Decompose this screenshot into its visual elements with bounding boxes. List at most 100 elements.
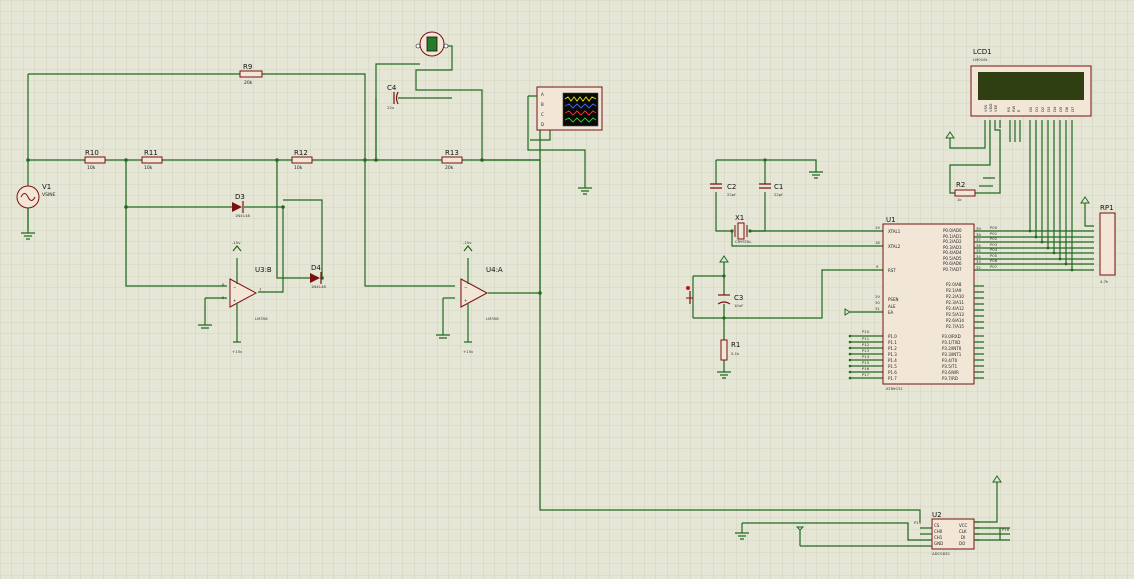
- svg-text:U4:A: U4:A: [486, 266, 503, 274]
- svg-text:CLK: CLK: [959, 529, 967, 534]
- svg-text:P16: P16: [1002, 527, 1010, 532]
- svg-text:P0.2/AD2: P0.2/AD2: [943, 239, 962, 244]
- svg-text:P14: P14: [862, 354, 870, 359]
- svg-text:D4: D4: [1052, 106, 1057, 112]
- schematic-canvas: V1 VSINE R9 20k R10 10k R11 10k R12 10k …: [0, 0, 1134, 579]
- svg-text:D0: D0: [1028, 106, 1033, 112]
- svg-text:P3.0/RXD: P3.0/RXD: [942, 334, 961, 339]
- svg-text:P02: P02: [990, 236, 998, 241]
- svg-text:XTAL1: XTAL1: [888, 229, 901, 234]
- svg-text:P10: P10: [862, 329, 870, 334]
- resistor-pack-rp1[interactable]: RP1 4.7k: [1099, 204, 1116, 284]
- svg-text:-15v: -15v: [463, 240, 472, 245]
- svg-text:LM016L: LM016L: [973, 57, 989, 62]
- svg-text:P16: P16: [862, 366, 870, 371]
- svg-text:LM358: LM358: [255, 316, 268, 321]
- svg-text:R13: R13: [445, 149, 459, 157]
- svg-text:P1.4: P1.4: [888, 358, 897, 363]
- svg-text:10k: 10k: [294, 165, 303, 171]
- svg-text:P2.2/A10: P2.2/A10: [946, 294, 964, 299]
- svg-text:P2.5/A13: P2.5/A13: [946, 312, 964, 317]
- svg-text:P0.7/AD7: P0.7/AD7: [943, 267, 962, 272]
- svg-text:35: 35: [976, 248, 981, 253]
- svg-text:+15v: +15v: [232, 349, 243, 354]
- svg-text:AT89C51: AT89C51: [886, 386, 904, 391]
- svg-text:D3: D3: [235, 193, 245, 201]
- svg-text:P2.3/A11: P2.3/A11: [946, 300, 964, 305]
- svg-text:20k: 20k: [244, 80, 253, 86]
- svg-text:P0.0/AD0: P0.0/AD0: [943, 228, 962, 233]
- svg-text:R9: R9: [243, 63, 252, 71]
- v1-ref: V1: [42, 183, 51, 191]
- svg-text:P3.2/INT0: P3.2/INT0: [942, 346, 962, 351]
- svg-text:37: 37: [976, 237, 981, 242]
- svg-text:ADC0832: ADC0832: [932, 551, 950, 556]
- svg-text:CH1: CH1: [934, 535, 943, 540]
- svg-text:P1.6: P1.6: [888, 370, 897, 375]
- svg-text:10k: 10k: [87, 165, 96, 171]
- svg-text:P2.6/A14: P2.6/A14: [946, 318, 964, 323]
- svg-text:D3: D3: [1046, 106, 1051, 112]
- svg-text:29: 29: [875, 294, 880, 299]
- svg-text:LCD1: LCD1: [973, 48, 992, 56]
- svg-text:10k: 10k: [144, 165, 153, 171]
- svg-text:P0.4/AD4: P0.4/AD4: [943, 250, 962, 255]
- svg-text:C1: C1: [774, 183, 783, 191]
- svg-text:−: −: [464, 285, 467, 290]
- svg-text:DO: DO: [959, 541, 965, 546]
- svg-text:ALE: ALE: [888, 304, 896, 309]
- svg-text:D7: D7: [1070, 106, 1075, 112]
- svg-text:R2: R2: [956, 181, 965, 189]
- svg-text:B: B: [541, 102, 544, 107]
- svg-text:+15v: +15v: [463, 349, 474, 354]
- svg-text:P07: P07: [990, 264, 998, 269]
- svg-text:U1: U1: [886, 216, 896, 224]
- svg-text:P1.5: P1.5: [888, 364, 897, 369]
- svg-text:DI: DI: [961, 535, 965, 540]
- svg-text:-15v: -15v: [232, 240, 241, 245]
- svg-text:RST: RST: [888, 268, 896, 273]
- svg-text:P1.1: P1.1: [888, 340, 897, 345]
- svg-text:22pf: 22pf: [774, 192, 783, 197]
- svg-text:+: +: [464, 298, 467, 303]
- svg-text:P3.5/T1: P3.5/T1: [942, 364, 958, 369]
- svg-text:X1: X1: [735, 214, 744, 222]
- svg-text:C2: C2: [727, 183, 736, 191]
- svg-text:VCC: VCC: [959, 523, 968, 528]
- svg-text:−: −: [233, 285, 236, 290]
- svg-text:P3.4/T0: P3.4/T0: [942, 358, 958, 363]
- svg-text:C4: C4: [387, 84, 397, 92]
- svg-text:18: 18: [875, 240, 880, 245]
- svg-text:CH0: CH0: [934, 529, 943, 534]
- svg-text:20k: 20k: [445, 165, 454, 171]
- svg-text:31: 31: [875, 306, 880, 311]
- svg-text:D2: D2: [1040, 106, 1045, 112]
- svg-text:R12: R12: [294, 149, 308, 157]
- svg-text:P2.4/A12: P2.4/A12: [946, 306, 964, 311]
- svg-text:30: 30: [875, 300, 880, 305]
- svg-text:P12: P12: [862, 342, 870, 347]
- svg-text:P17: P17: [862, 372, 870, 377]
- svg-text:P2.7/A15: P2.7/A15: [946, 324, 964, 329]
- u1-p0-nets: P00 P01 P02 P03 P04 P05 P06 P07: [990, 225, 998, 269]
- svg-text:D6: D6: [1064, 106, 1069, 112]
- svg-text:P3.1/TXD: P3.1/TXD: [942, 340, 960, 345]
- svg-text:CRYSTAL: CRYSTAL: [735, 239, 752, 244]
- svg-text:C3: C3: [734, 294, 743, 302]
- svg-text:P04: P04: [990, 247, 998, 252]
- svg-text:P13: P13: [862, 348, 870, 353]
- svg-text:P00: P00: [990, 225, 998, 230]
- u1-p1-labels: P1.0 P1.1 P1.2 P1.3 P1.4 P1.5 P1.6 P1.7: [888, 334, 897, 381]
- svg-text:P3.3/INT1: P3.3/INT1: [942, 352, 962, 357]
- svg-text:D4: D4: [311, 264, 321, 272]
- svg-text:R10: R10: [85, 149, 99, 157]
- svg-text:P3.7/RD: P3.7/RD: [942, 376, 958, 381]
- v1-value: VSINE: [42, 192, 56, 198]
- svg-text:D1: D1: [1034, 106, 1039, 112]
- svg-text:P2.1/A9: P2.1/A9: [946, 288, 962, 293]
- svg-text:A: A: [541, 92, 544, 97]
- svg-text:RP1: RP1: [1100, 204, 1114, 212]
- svg-text:22pf: 22pf: [727, 192, 736, 197]
- svg-text:10uF: 10uF: [734, 303, 743, 308]
- svg-text:P3.6/WR: P3.6/WR: [942, 370, 959, 375]
